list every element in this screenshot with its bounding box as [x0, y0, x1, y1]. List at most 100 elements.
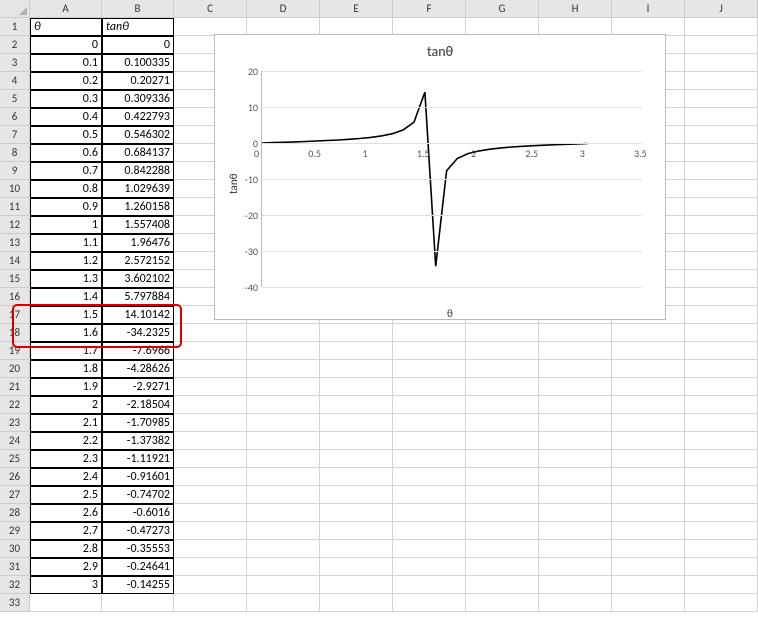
cell-B22[interactable]: -2.18504: [102, 396, 174, 414]
cell-B19[interactable]: -7.6966: [102, 342, 174, 360]
cell-I26[interactable]: [612, 468, 685, 486]
cell-A9[interactable]: 0.7: [30, 162, 102, 180]
cell-B26[interactable]: -0.91601: [102, 468, 174, 486]
cell-G24[interactable]: [466, 432, 539, 450]
cell-E33[interactable]: [320, 594, 393, 612]
row-header-23[interactable]: 23: [0, 414, 30, 432]
cell-B12[interactable]: 1.557408: [102, 216, 174, 234]
cell-B13[interactable]: 1.96476: [102, 234, 174, 252]
cell-I21[interactable]: [612, 378, 685, 396]
cell-F31[interactable]: [393, 558, 466, 576]
cell-D28[interactable]: [247, 504, 320, 522]
cell-B20[interactable]: -4.28626: [102, 360, 174, 378]
cell-H33[interactable]: [539, 594, 612, 612]
cell-A28[interactable]: 2.6: [30, 504, 102, 522]
cell-J33[interactable]: [685, 594, 758, 612]
cell-A2[interactable]: 0: [30, 36, 102, 54]
cell-I18[interactable]: [612, 324, 685, 342]
row-header-7[interactable]: 7: [0, 126, 30, 144]
cell-H22[interactable]: [539, 396, 612, 414]
cell-D22[interactable]: [247, 396, 320, 414]
cell-B1[interactable]: tanθ: [102, 18, 174, 36]
cell-E31[interactable]: [320, 558, 393, 576]
cell-F22[interactable]: [393, 396, 466, 414]
cell-A4[interactable]: 0.2: [30, 72, 102, 90]
row-header-15[interactable]: 15: [0, 270, 30, 288]
cell-A33[interactable]: [30, 594, 102, 612]
cell-A27[interactable]: 2.5: [30, 486, 102, 504]
cell-F29[interactable]: [393, 522, 466, 540]
cell-F18[interactable]: [393, 324, 466, 342]
cell-B14[interactable]: 2.572152: [102, 252, 174, 270]
cell-E18[interactable]: [320, 324, 393, 342]
cell-H32[interactable]: [539, 576, 612, 594]
cell-G31[interactable]: [466, 558, 539, 576]
cell-A25[interactable]: 2.3: [30, 450, 102, 468]
cell-G28[interactable]: [466, 504, 539, 522]
row-header-25[interactable]: 25: [0, 450, 30, 468]
cell-G22[interactable]: [466, 396, 539, 414]
row-header-2[interactable]: 2: [0, 36, 30, 54]
cell-I25[interactable]: [612, 450, 685, 468]
cell-G27[interactable]: [466, 486, 539, 504]
cell-B15[interactable]: 3.602102: [102, 270, 174, 288]
cell-H27[interactable]: [539, 486, 612, 504]
cell-A26[interactable]: 2.4: [30, 468, 102, 486]
cell-J19[interactable]: [685, 342, 758, 360]
cell-B10[interactable]: 1.029639: [102, 180, 174, 198]
cell-E20[interactable]: [320, 360, 393, 378]
cell-B23[interactable]: -1.70985: [102, 414, 174, 432]
cell-I27[interactable]: [612, 486, 685, 504]
cell-A24[interactable]: 2.2: [30, 432, 102, 450]
cell-G26[interactable]: [466, 468, 539, 486]
row-header-30[interactable]: 30: [0, 540, 30, 558]
cell-A5[interactable]: 0.3: [30, 90, 102, 108]
cell-D20[interactable]: [247, 360, 320, 378]
cell-B11[interactable]: 1.260158: [102, 198, 174, 216]
cell-C26[interactable]: [174, 468, 247, 486]
cell-C32[interactable]: [174, 576, 247, 594]
cell-F28[interactable]: [393, 504, 466, 522]
cell-H18[interactable]: [539, 324, 612, 342]
row-header-31[interactable]: 31: [0, 558, 30, 576]
cell-A14[interactable]: 1.2: [30, 252, 102, 270]
cell-E25[interactable]: [320, 450, 393, 468]
row-header-12[interactable]: 12: [0, 216, 30, 234]
cell-I32[interactable]: [612, 576, 685, 594]
cell-B7[interactable]: 0.546302: [102, 126, 174, 144]
cell-F21[interactable]: [393, 378, 466, 396]
cell-A30[interactable]: 2.8: [30, 540, 102, 558]
cell-A1[interactable]: θ: [30, 18, 102, 36]
cell-J24[interactable]: [685, 432, 758, 450]
cell-B9[interactable]: 0.842288: [102, 162, 174, 180]
cell-C22[interactable]: [174, 396, 247, 414]
cell-E30[interactable]: [320, 540, 393, 558]
cell-J11[interactable]: [685, 198, 758, 216]
cell-I24[interactable]: [612, 432, 685, 450]
cell-F19[interactable]: [393, 342, 466, 360]
row-header-26[interactable]: 26: [0, 468, 30, 486]
cell-A7[interactable]: 0.5: [30, 126, 102, 144]
cell-G25[interactable]: [466, 450, 539, 468]
cell-C28[interactable]: [174, 504, 247, 522]
cell-I20[interactable]: [612, 360, 685, 378]
cell-A3[interactable]: 0.1: [30, 54, 102, 72]
row-header-21[interactable]: 21: [0, 378, 30, 396]
cell-J8[interactable]: [685, 144, 758, 162]
cell-A23[interactable]: 2.1: [30, 414, 102, 432]
row-header-6[interactable]: 6: [0, 108, 30, 126]
cell-I28[interactable]: [612, 504, 685, 522]
cell-A16[interactable]: 1.4: [30, 288, 102, 306]
row-header-18[interactable]: 18: [0, 324, 30, 342]
row-header-16[interactable]: 16: [0, 288, 30, 306]
cell-A13[interactable]: 1.1: [30, 234, 102, 252]
cell-J28[interactable]: [685, 504, 758, 522]
row-header-33[interactable]: 33: [0, 594, 30, 612]
cell-B31[interactable]: -0.24641: [102, 558, 174, 576]
column-header-A[interactable]: A: [30, 0, 102, 18]
row-header-27[interactable]: 27: [0, 486, 30, 504]
cell-A22[interactable]: 2: [30, 396, 102, 414]
cell-D31[interactable]: [247, 558, 320, 576]
column-header-E[interactable]: E: [320, 0, 393, 18]
cell-J30[interactable]: [685, 540, 758, 558]
